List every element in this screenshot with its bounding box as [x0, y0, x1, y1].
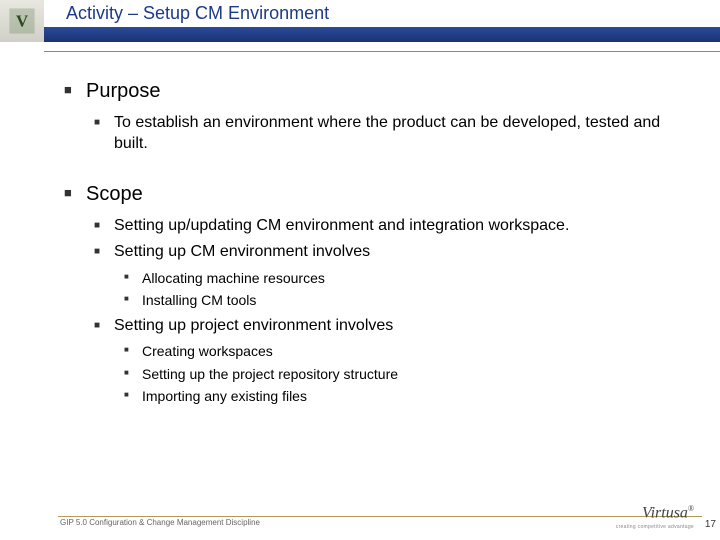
title-bar: Activity – Setup CM Environment — [44, 0, 720, 42]
title-band — [44, 27, 720, 42]
purpose-item: To establish an environment where the pr… — [94, 113, 692, 155]
footer-text: GIP 5.0 Configuration & Change Managemen… — [60, 518, 260, 527]
slide-footer: GIP 5.0 Configuration & Change Managemen… — [0, 504, 720, 532]
slide-title: Activity – Setup CM Environment — [44, 0, 720, 27]
scope-subitem: Setting up the project repository struct… — [124, 365, 692, 383]
scope-subitem: Installing CM tools — [124, 291, 692, 309]
scope-subitem: Allocating machine resources — [124, 269, 692, 287]
slide-header: V Activity – Setup CM Environment — [0, 0, 720, 42]
svg-text:V: V — [16, 12, 28, 31]
logo-box: V — [0, 0, 44, 42]
scope-item: Setting up/updating CM environment and i… — [94, 216, 692, 237]
scope-item: Setting up CM environment involves — [94, 242, 692, 263]
logo-icon: V — [8, 7, 36, 35]
footer-divider — [58, 516, 702, 517]
brand-logo: Virtusa® — [642, 504, 694, 522]
title-underline — [44, 51, 720, 52]
purpose-heading: Purpose — [64, 80, 692, 103]
scope-item: Setting up project environment involves — [94, 316, 692, 337]
page-number: 17 — [705, 519, 716, 530]
scope-heading: Scope — [64, 183, 692, 206]
scope-subitem: Importing any existing files — [124, 387, 692, 405]
scope-subitem: Creating workspaces — [124, 342, 692, 360]
slide-content: Purpose To establish an environment wher… — [0, 42, 720, 405]
brand-tagline: creating competitive advantage — [616, 524, 694, 530]
